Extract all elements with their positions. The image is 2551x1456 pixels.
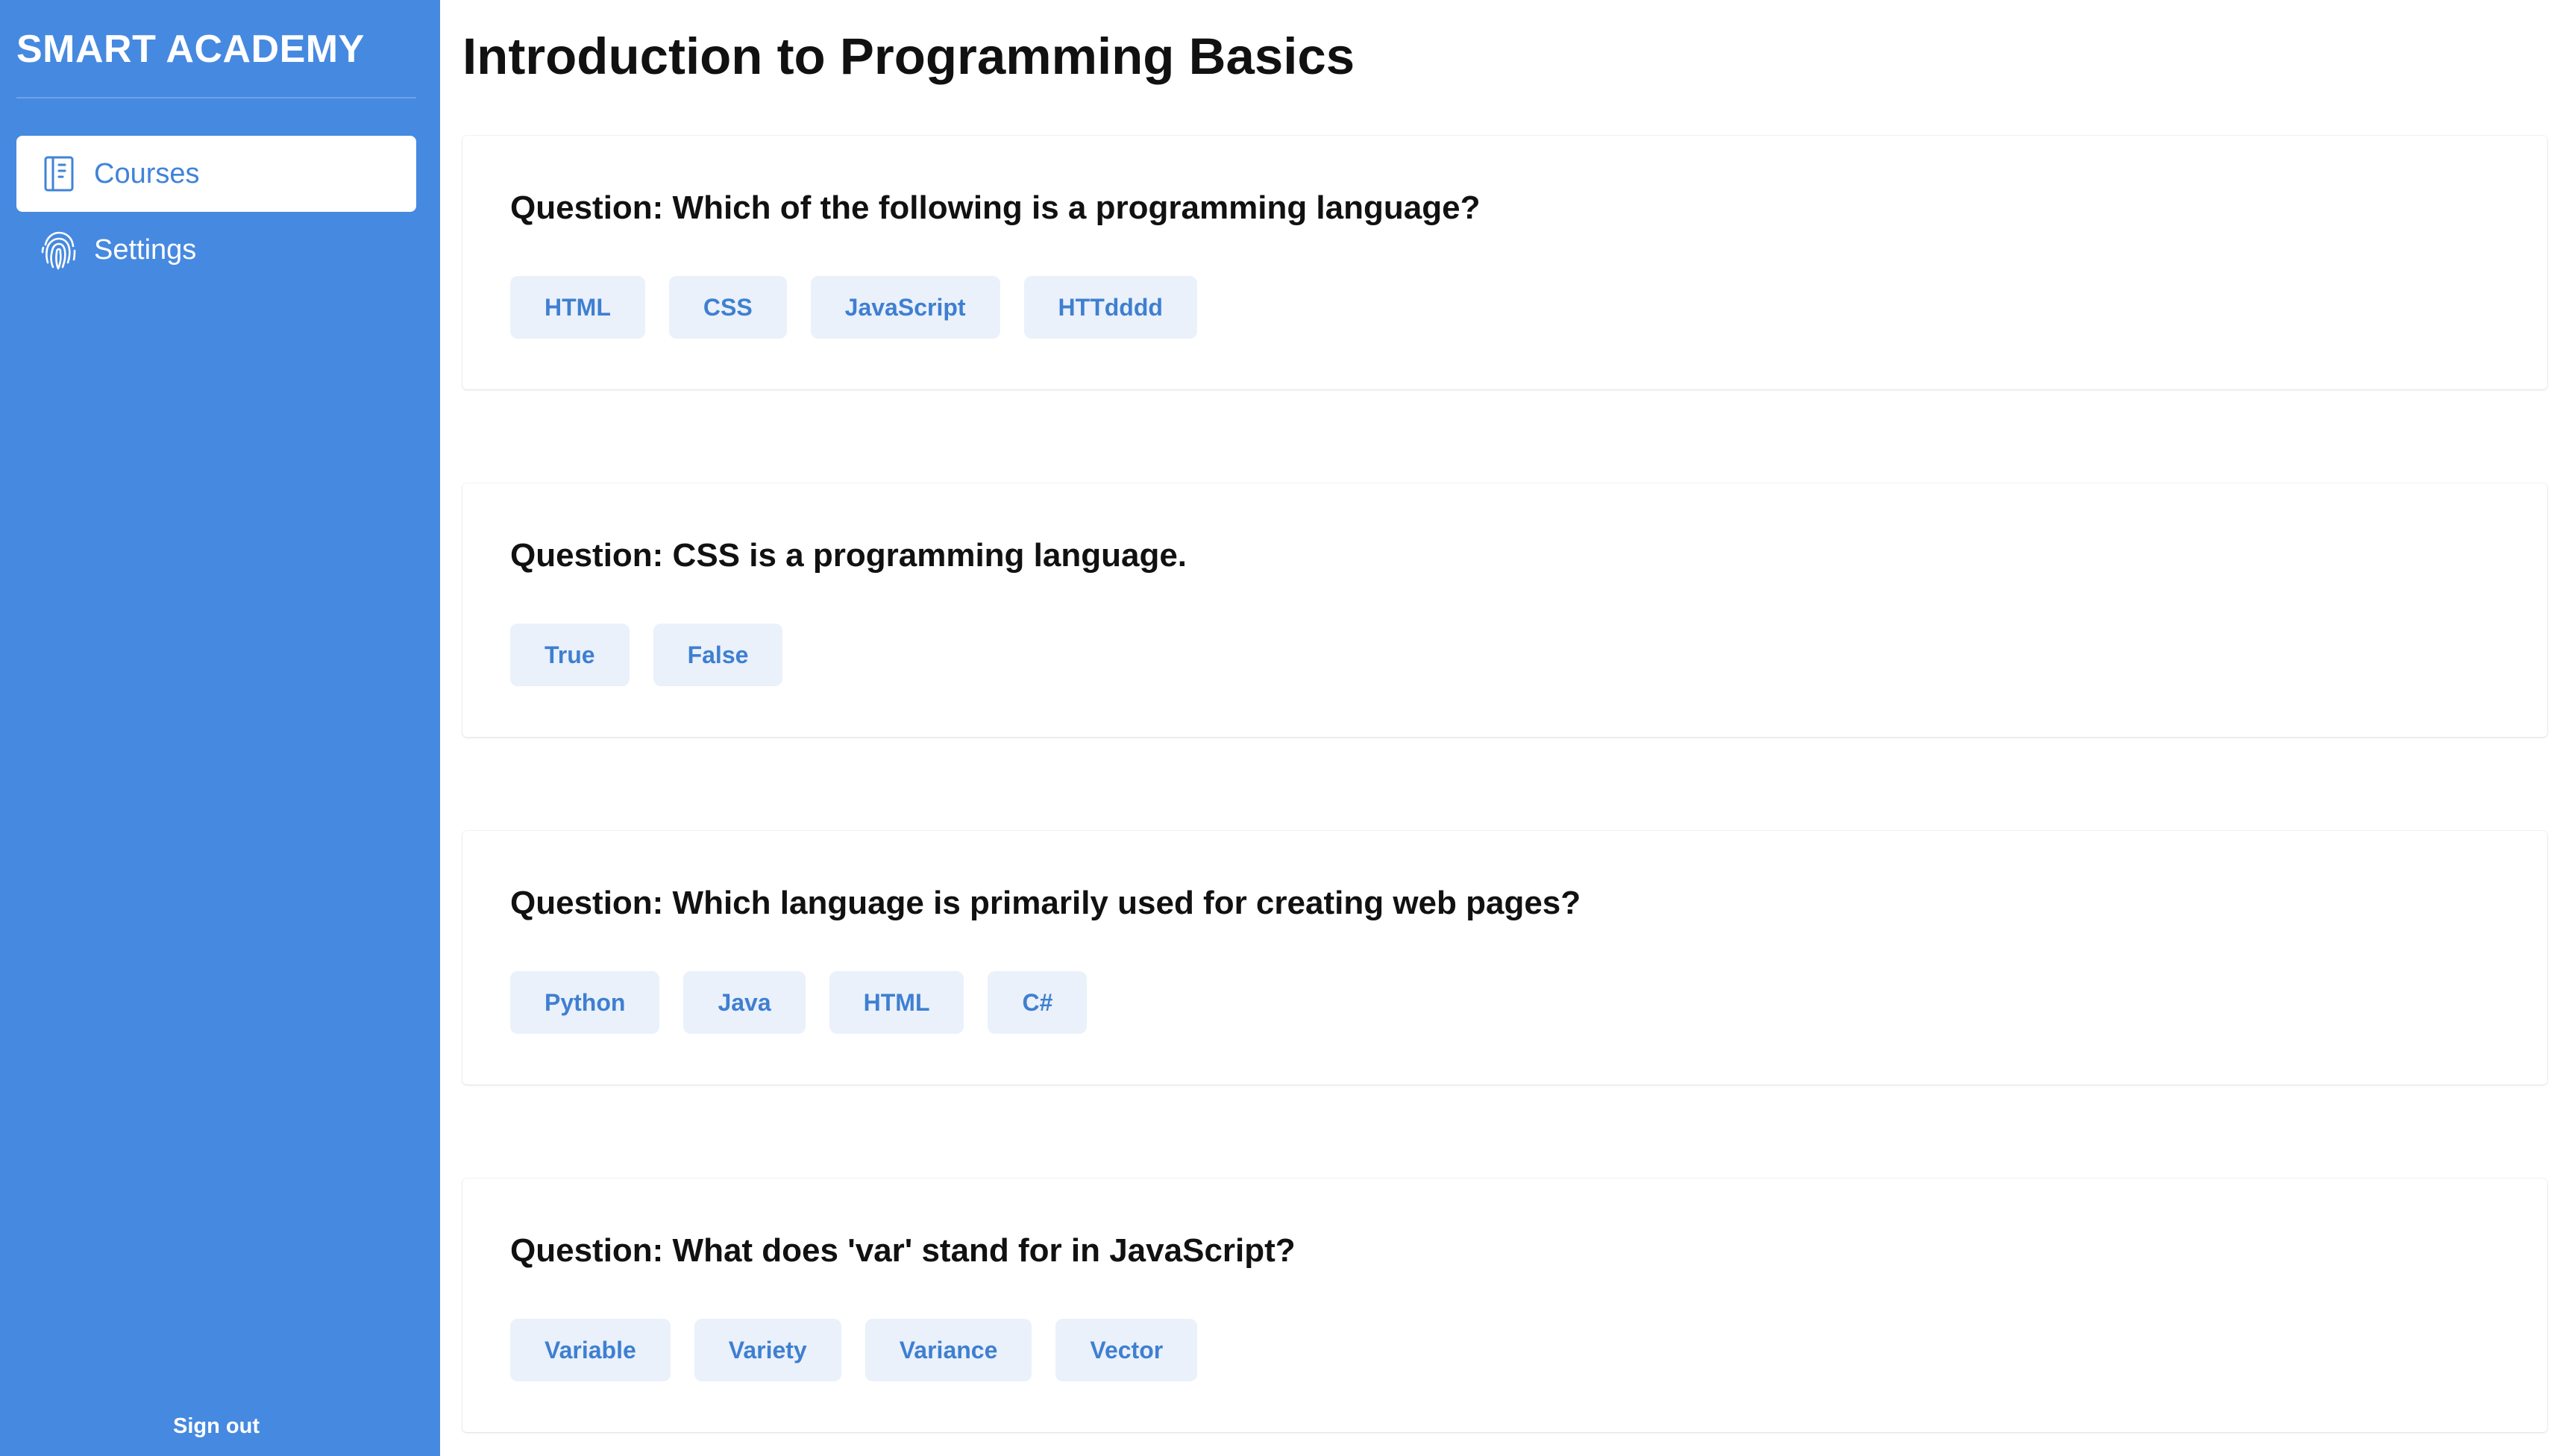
fingerprint-icon <box>39 230 79 270</box>
sidebar-item-label: Settings <box>94 233 197 266</box>
option-button[interactable]: Variance <box>865 1319 1032 1381</box>
question-text: Question: Which language is primarily us… <box>510 885 1581 921</box>
divider <box>16 97 416 98</box>
book-icon <box>39 154 79 194</box>
question-card: Question: Which language is primarily us… <box>462 831 2547 1085</box>
option-button[interactable]: True <box>510 624 630 686</box>
options-group: HTML CSS JavaScript HTTdddd <box>510 276 1197 339</box>
question-card: Question: Which of the following is a pr… <box>462 136 2547 389</box>
option-button[interactable]: Python <box>510 971 660 1034</box>
question-card: Question: What does 'var' stand for in J… <box>462 1179 2547 1432</box>
option-button[interactable]: Java <box>683 971 806 1034</box>
sidebar-item-label: Courses <box>94 157 200 189</box>
option-button[interactable]: Vector <box>1055 1319 1198 1381</box>
option-button[interactable]: Variety <box>694 1319 841 1381</box>
option-button[interactable]: CSS <box>668 276 787 339</box>
options-group: True False <box>510 624 783 686</box>
page-title: Introduction to Programming Basics <box>462 28 1355 85</box>
question-text: Question: What does 'var' stand for in J… <box>510 1232 1296 1269</box>
option-button[interactable]: JavaScript <box>810 276 1000 339</box>
question-text: Question: CSS is a programming language. <box>510 537 1187 574</box>
option-button[interactable]: C# <box>988 971 1088 1034</box>
question-card: Question: CSS is a programming language.… <box>462 483 2547 737</box>
option-button[interactable]: HTTdddd <box>1023 276 1197 339</box>
sidebar: SMART ACADEMY Courses Settings Sign out <box>0 0 440 1456</box>
sidebar-item-courses[interactable]: Courses <box>16 136 416 212</box>
options-group: Variable Variety Variance Vector <box>510 1319 1198 1381</box>
option-button[interactable]: HTML <box>510 276 645 339</box>
question-text: Question: Which of the following is a pr… <box>510 189 1481 226</box>
option-button[interactable]: HTML <box>829 971 964 1034</box>
main-content: Introduction to Programming Basics Quest… <box>440 0 2551 1456</box>
sidebar-item-settings[interactable]: Settings <box>16 212 416 288</box>
brand-logo: SMART ACADEMY <box>16 28 365 71</box>
options-group: Python Java HTML C# <box>510 971 1088 1034</box>
option-button[interactable]: False <box>653 624 783 686</box>
sign-out-button[interactable]: Sign out <box>0 1414 433 1439</box>
option-button[interactable]: Variable <box>510 1319 671 1381</box>
